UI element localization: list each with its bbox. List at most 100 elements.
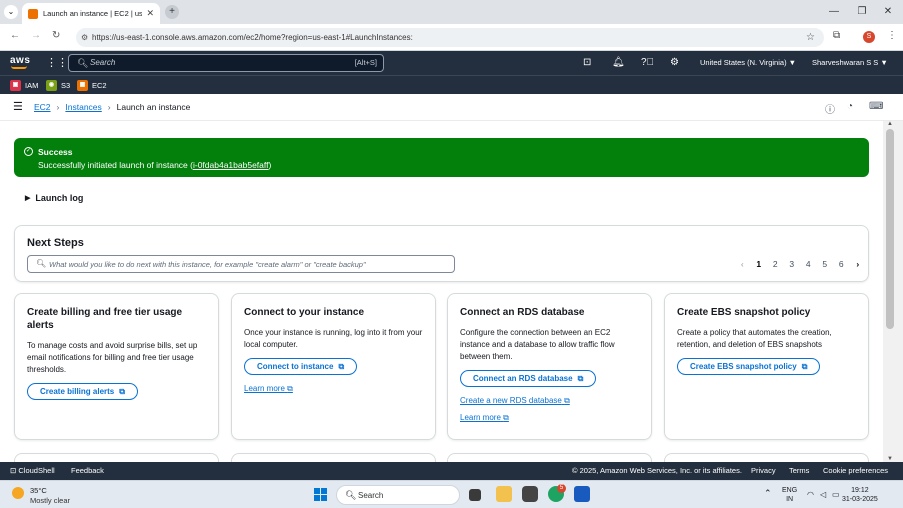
- scrollbar-thumb[interactable]: [886, 129, 894, 329]
- back-icon[interactable]: ←: [10, 30, 20, 41]
- minimize-button[interactable]: —: [819, 0, 849, 24]
- learn-more-link[interactable]: Learn more ⧉: [460, 413, 639, 423]
- vertical-scrollbar[interactable]: ▲ ▼: [883, 121, 903, 462]
- next-steps-search-input[interactable]: 🔍︎ What would you like to do next with t…: [27, 255, 455, 273]
- launch-log-label: Launch log: [35, 193, 84, 203]
- site-info-icon[interactable]: ⚙: [81, 28, 88, 47]
- search-icon: 🔍︎: [77, 58, 89, 68]
- feedback-icon[interactable]: ⌨: [869, 101, 883, 112]
- card-title: Create EBS snapshot policy: [677, 307, 811, 318]
- windows-start-icon[interactable]: [314, 488, 327, 501]
- word-icon[interactable]: [574, 486, 590, 502]
- settings-gear-icon[interactable]: ⚙: [670, 57, 679, 68]
- create-billing-alerts-button[interactable]: Create billing alerts ⧉: [27, 383, 138, 400]
- info-icon[interactable]: ⓘ: [825, 101, 835, 116]
- page-2[interactable]: 2: [767, 259, 784, 269]
- feedback-link[interactable]: Feedback: [71, 466, 104, 475]
- connect-rds-database-button[interactable]: Connect an RDS database ⧉: [460, 370, 597, 387]
- aws-logo-text: aws: [10, 55, 31, 66]
- aws-top-nav: aws ⋮⋮⋮ 🔍︎ Search [Alt+S] ⊡ 🔔︎ ?⃝ ⚙ Unit…: [0, 51, 903, 75]
- terms-link[interactable]: Terms: [789, 466, 809, 475]
- page-5[interactable]: 5: [817, 259, 834, 269]
- browser-menu-icon[interactable]: ⋮: [887, 30, 897, 41]
- battery-icon[interactable]: ▭: [832, 490, 840, 499]
- clock[interactable]: 19:12 31-03-2025: [842, 486, 878, 504]
- cookie-preferences-link[interactable]: Cookie preferences: [823, 466, 888, 475]
- connect-to-instance-button[interactable]: Connect to instance ⧉: [244, 358, 358, 375]
- flash-title: Success: [38, 147, 73, 157]
- page-3[interactable]: 3: [784, 259, 801, 269]
- button-label: Create EBS snapshot policy: [690, 362, 797, 371]
- next-steps-title: Next Steps: [27, 237, 84, 249]
- hamburger-menu-icon[interactable]: ☰: [13, 100, 23, 113]
- external-link-icon: ⧉: [564, 396, 570, 405]
- favorite-ec2[interactable]: ▦ EC2: [77, 80, 107, 91]
- page-1[interactable]: 1: [751, 259, 768, 269]
- page-4[interactable]: 4: [800, 259, 817, 269]
- taskbar-search[interactable]: 🔍︎ Search: [336, 485, 460, 505]
- privacy-link[interactable]: Privacy: [751, 466, 776, 475]
- new-tab-button[interactable]: +: [165, 5, 179, 19]
- external-link-icon: ⧉: [338, 361, 345, 371]
- region-selector[interactable]: United States (N. Virginia) ▼: [700, 58, 796, 67]
- favorite-label: IAM: [25, 81, 39, 90]
- cloudshell-link[interactable]: ⊡ CloudShell: [10, 466, 55, 475]
- aws-search-input[interactable]: 🔍︎ Search [Alt+S]: [68, 54, 384, 72]
- page-6[interactable]: 6: [833, 259, 850, 269]
- next-page-icon[interactable]: ›: [850, 259, 867, 269]
- extensions-icon[interactable]: ⧉: [833, 30, 840, 41]
- task-view-icon[interactable]: [469, 489, 481, 501]
- profile-avatar[interactable]: S: [863, 31, 875, 43]
- chevron-right-icon: ›: [107, 102, 111, 112]
- cloudshell-icon[interactable]: ⊡: [583, 57, 591, 68]
- caret-right-icon: ▶: [25, 195, 31, 202]
- card-title: Connect to your instance: [244, 307, 365, 318]
- url-bar[interactable]: ⚙ https://us-east-1.console.aws.amazon.c…: [76, 28, 824, 47]
- account-menu[interactable]: Sharveshwaran S S ▼: [812, 58, 888, 67]
- scroll-up-icon[interactable]: ▲: [887, 121, 893, 127]
- forward-icon[interactable]: →: [31, 30, 41, 41]
- help-icon[interactable]: ?⃝: [641, 57, 654, 68]
- history-icon[interactable]: ◔: [847, 101, 853, 112]
- card-rds-database: Connect an RDS database Configure the co…: [447, 293, 652, 440]
- tab-search-button[interactable]: ⌄: [4, 5, 18, 19]
- favorite-label: EC2: [92, 81, 107, 90]
- create-rds-database-link[interactable]: Create a new RDS database ⧉: [460, 396, 639, 406]
- app-icon[interactable]: [522, 486, 538, 502]
- create-ebs-snapshot-policy-button[interactable]: Create EBS snapshot policy ⧉: [677, 358, 821, 375]
- aws-logo[interactable]: aws: [10, 55, 31, 69]
- pagination: ‹ 1 2 3 4 5 6 ›: [734, 259, 866, 269]
- close-tab-icon[interactable]: ✕: [146, 8, 154, 19]
- browser-tab-active[interactable]: Launch an instance | EC2 | us-e... ✕: [22, 3, 160, 24]
- temperature: 35°C: [30, 486, 47, 495]
- breadcrumb-instances[interactable]: Instances: [65, 102, 101, 112]
- iam-service-icon: ▣: [10, 80, 21, 91]
- cloudshell-label: CloudShell: [18, 466, 55, 475]
- learn-more-link[interactable]: Learn more ⧉: [244, 384, 423, 394]
- address-toolbar: ← → ↻ ⚙ https://us-east-1.console.aws.am…: [0, 24, 903, 51]
- launch-log-toggle[interactable]: ▶ Launch log: [25, 193, 83, 203]
- favorite-s3[interactable]: ◉ S3: [46, 80, 70, 91]
- previous-page-icon[interactable]: ‹: [734, 259, 751, 269]
- chevron-up-icon[interactable]: ⌃: [764, 489, 772, 498]
- button-label: Connect an RDS database: [473, 374, 573, 383]
- favorite-iam[interactable]: ▣ IAM: [10, 80, 38, 91]
- volume-icon[interactable]: ◁: [820, 490, 826, 499]
- chrome-badge: 5: [557, 484, 566, 493]
- language-indicator[interactable]: ENG IN: [782, 486, 797, 504]
- bookmark-star-icon[interactable]: ☆: [806, 28, 815, 47]
- file-explorer-icon[interactable]: [496, 486, 512, 502]
- instance-id-link[interactable]: i-0fdab4a1bab5efaff: [193, 160, 268, 170]
- external-link-icon: ⧉: [577, 373, 584, 383]
- link-label: Learn more: [244, 384, 285, 393]
- reload-icon[interactable]: ↻: [52, 30, 60, 41]
- close-window-button[interactable]: ✕: [873, 0, 903, 24]
- card-text: Once your instance is running, log into …: [244, 328, 423, 349]
- card-stub: [664, 453, 869, 462]
- aws-favorites-bar: ▣ IAM ◉ S3 ▦ EC2: [0, 75, 903, 94]
- breadcrumb-ec2[interactable]: EC2: [34, 102, 51, 112]
- notifications-bell-icon[interactable]: 🔔︎: [612, 57, 625, 68]
- card-connect-instance: Connect to your instance Once your insta…: [231, 293, 436, 440]
- external-link-icon: ⧉: [503, 413, 509, 422]
- wifi-icon[interactable]: ◠: [807, 490, 814, 499]
